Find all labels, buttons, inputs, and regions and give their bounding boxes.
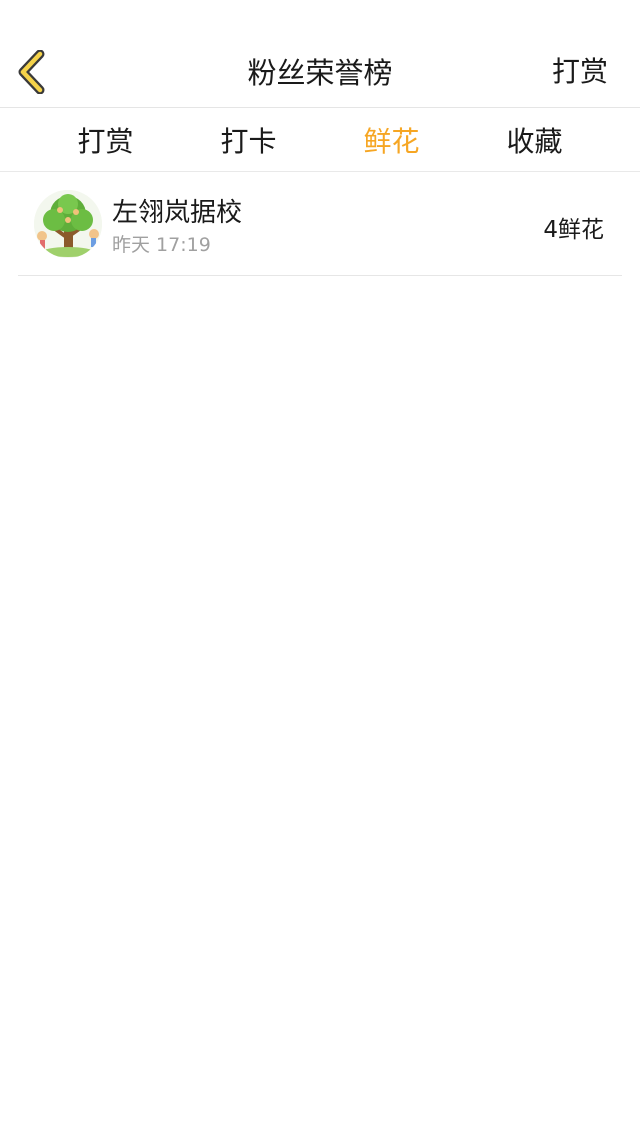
tab-reward[interactable]: 打赏: [34, 120, 177, 160]
fan-honor-page: 粉丝荣誉榜 打赏 打赏 打卡 鲜花 收藏 左翎岚据校 昨天 17:19 4鲜花: [0, 0, 640, 1139]
tab-bar: 打赏 打卡 鲜花 收藏: [0, 108, 640, 172]
timestamp: 昨天 17:19: [112, 234, 211, 256]
tab-flowers[interactable]: 鲜花: [320, 120, 463, 160]
fan-list: 左翎岚据校 昨天 17:19 4鲜花: [0, 172, 640, 276]
reward-button[interactable]: 打赏: [552, 50, 608, 90]
tab-favorites[interactable]: 收藏: [463, 120, 606, 160]
flower-count: 4鲜花: [543, 217, 604, 243]
tab-checkin[interactable]: 打卡: [177, 120, 320, 160]
tree-avatar-image: [34, 190, 102, 258]
list-item[interactable]: 左翎岚据校 昨天 17:19 4鲜花: [18, 172, 622, 276]
back-button[interactable]: [12, 48, 52, 96]
avatar[interactable]: [34, 190, 102, 258]
chevron-left-icon: [18, 50, 45, 94]
navigation-bar: 粉丝荣誉榜 打赏: [0, 0, 640, 108]
fan-name: 左翎岚据校: [112, 198, 243, 228]
page-title: 粉丝荣誉榜: [247, 56, 393, 90]
